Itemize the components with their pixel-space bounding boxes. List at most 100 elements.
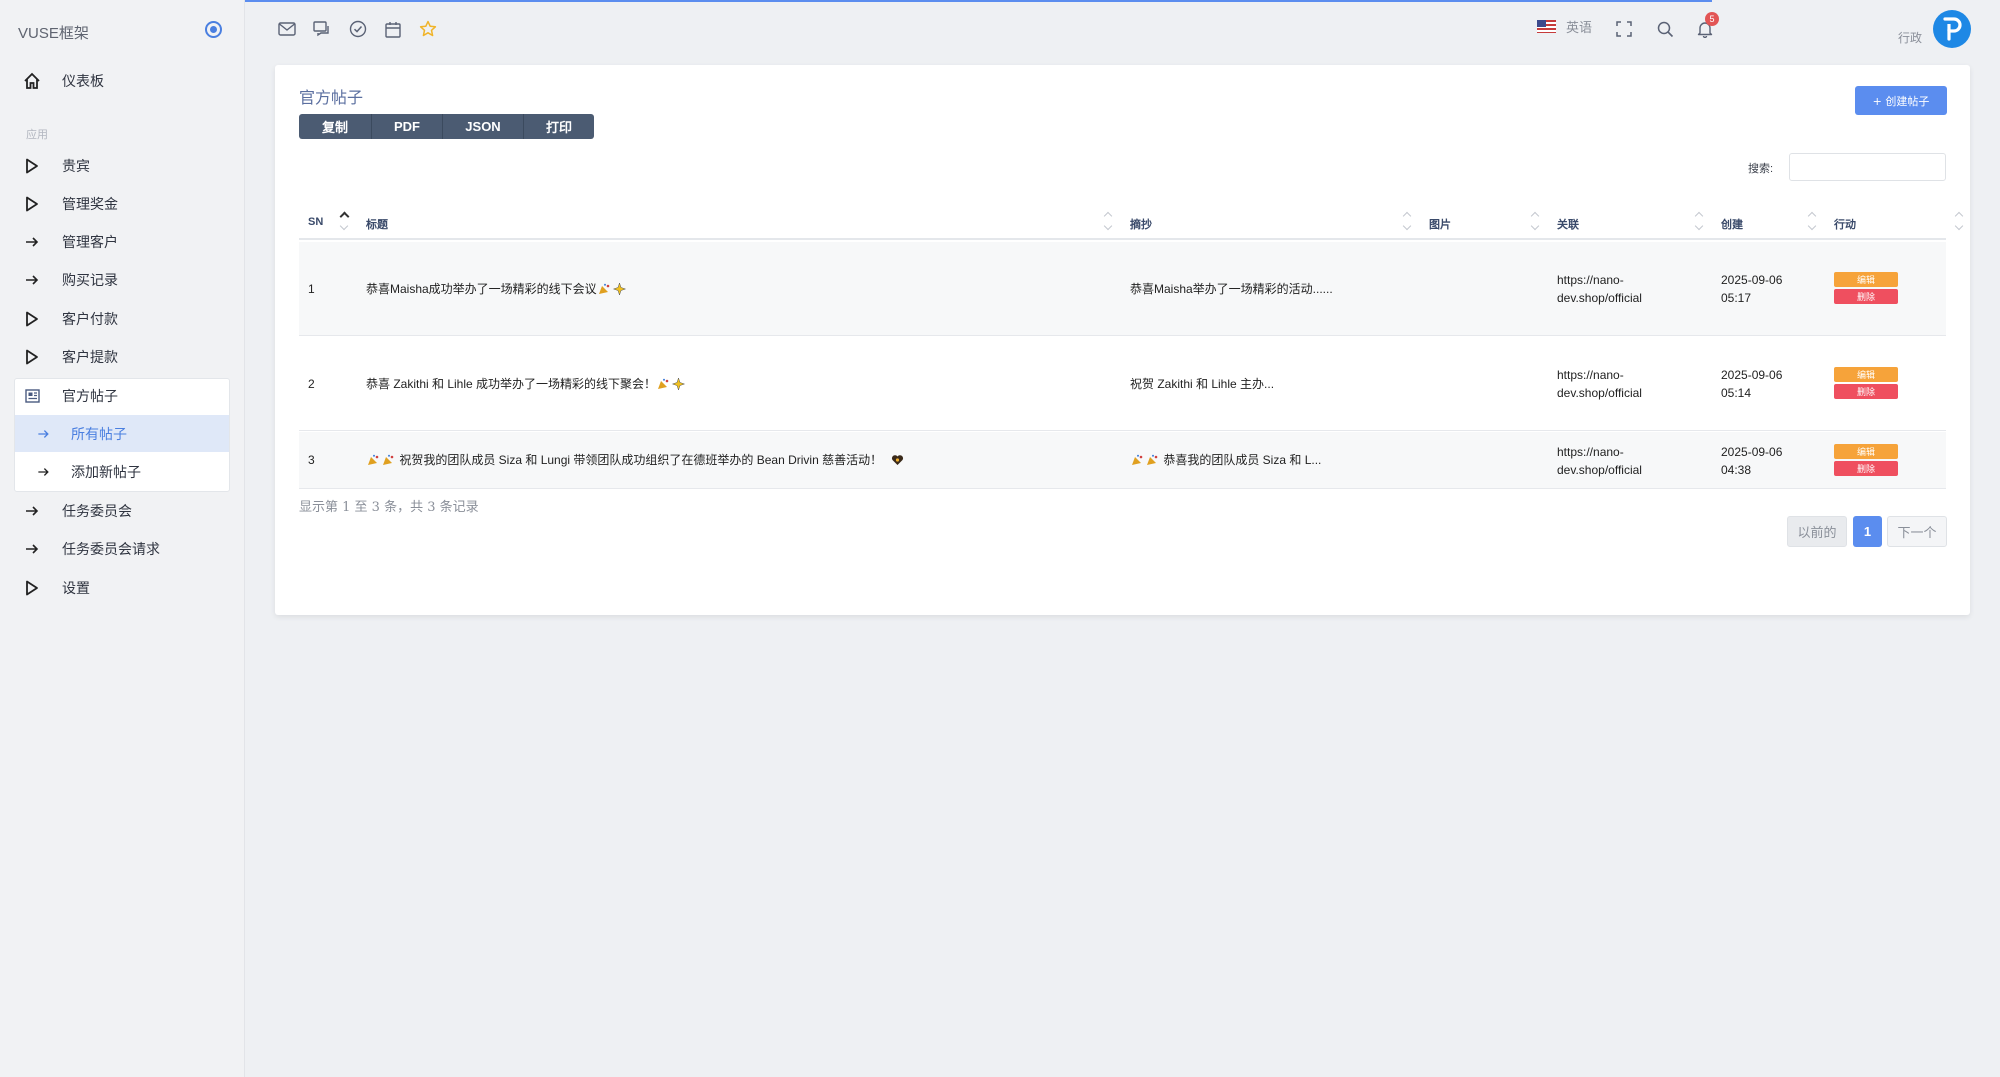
sidebar-subitem-all-posts[interactable]: 所有帖子 <box>15 415 229 452</box>
created-date: 2025-09-06 <box>1721 445 1783 459</box>
cell-link[interactable]: https://nano- dev.shop/official <box>1557 271 1667 307</box>
party-popper-icon <box>1147 454 1158 465</box>
cell-title: 恭喜Maisha成功举办了一场精彩的线下会议 <box>366 280 627 298</box>
create-post-button[interactable]: + 创建帖子 <box>1855 86 1947 115</box>
avatar[interactable] <box>1933 10 1971 48</box>
delete-button[interactable]: 删除 <box>1834 461 1898 476</box>
sidebar-item-manage-bonus[interactable]: 管理奖金 <box>14 185 230 223</box>
created-date: 2025-09-06 <box>1721 368 1783 382</box>
play-triangle-icon <box>14 349 50 365</box>
column-header-created[interactable]: 创建 <box>1721 216 1743 232</box>
sidebar-item-customer-withdrawals[interactable]: 客户提款 <box>14 338 230 376</box>
chat-icon[interactable] <box>312 19 332 39</box>
sidebar-item-label: 贵宾 <box>62 159 90 175</box>
sidebar-item-purchase-records[interactable]: 购买记录 <box>14 261 230 299</box>
table-row: 3 祝贺我的团队成员 Siza 和 Lungi 带领团队成功组织了在德班举办的 … <box>299 432 1946 489</box>
party-popper-icon <box>658 378 669 389</box>
table-info: 显示第 1 至 3 条，共 3 条记录 <box>299 500 479 515</box>
heart-hands-icon <box>892 455 904 465</box>
column-header-title[interactable]: 标题 <box>366 216 388 232</box>
edit-button[interactable]: 编辑 <box>1834 367 1898 382</box>
mail-icon[interactable] <box>277 19 297 39</box>
link-line-2: dev.shop/official <box>1557 291 1642 305</box>
sidebar-item-task-committee[interactable]: 任务委员会 <box>14 492 230 530</box>
cell-excerpt: 祝贺 Zakithi 和 Lihle 主办... <box>1130 377 1275 391</box>
play-triangle-icon <box>14 580 50 596</box>
cell-title: 祝贺我的团队成员 Siza 和 Lungi 带领团队成功组织了在德班举办的 Be… <box>366 451 905 469</box>
cell-excerpt: 恭喜Maisha举办了一场精彩的活动...... <box>1130 282 1333 296</box>
sidebar-item-label: 任务委员会请求 <box>62 542 160 558</box>
column-header-image[interactable]: 图片 <box>1429 216 1451 232</box>
calendar-icon[interactable] <box>383 19 403 39</box>
cell-link[interactable]: https://nano- dev.shop/official <box>1557 366 1667 402</box>
pdf-button[interactable]: PDF <box>372 114 443 139</box>
search-icon[interactable] <box>1655 19 1675 39</box>
print-button[interactable]: 打印 <box>524 114 594 139</box>
sort-icon[interactable] <box>1694 209 1704 233</box>
pagination-prev-button[interactable]: 以前的 <box>1787 516 1847 547</box>
link-line-1: https://nano- <box>1557 445 1624 459</box>
sparkle-icon <box>672 378 686 390</box>
sort-icon[interactable] <box>1402 209 1412 233</box>
sort-icon[interactable] <box>1954 209 1964 233</box>
link-line-1: https://nano- <box>1557 368 1624 382</box>
sidebar-item-dashboard[interactable]: 仪表板 <box>14 62 230 100</box>
sidebar-subitem-add-post[interactable]: 添加新帖子 <box>15 453 229 490</box>
cell-sn: 2 <box>308 377 315 391</box>
arrow-right-icon <box>14 504 50 518</box>
posts-card: 官方帖子 + 创建帖子 复制 PDF JSON 打印 搜索: SN 标题 摘抄 … <box>275 65 1970 615</box>
cell-excerpt: 恭喜我的团队成员 Siza 和 L... <box>1130 451 1321 469</box>
party-popper-icon <box>383 454 394 465</box>
arrow-right-icon <box>14 273 50 287</box>
sidebar: VUSE框架 仪表板 应用 贵宾 管理奖金 管理客户 购买记录 客户付款 客户提… <box>0 0 245 1077</box>
search-input[interactable] <box>1789 153 1946 181</box>
page-title: 官方帖子 <box>299 88 364 107</box>
play-triangle-icon <box>14 311 50 327</box>
title-text: 恭喜 Zakithi 和 Lihle 成功举办了一场精彩的线下聚会！ <box>366 377 657 391</box>
column-header-action[interactable]: 行动 <box>1834 216 1856 232</box>
column-header-excerpt[interactable]: 摘抄 <box>1130 216 1152 232</box>
cell-title: 恭喜 Zakithi 和 Lihle 成功举办了一场精彩的线下聚会！ <box>366 375 686 393</box>
sort-icon[interactable] <box>1807 209 1817 233</box>
sidebar-item-vip[interactable]: 贵宾 <box>14 147 230 185</box>
pagination-next-button[interactable]: 下一个 <box>1887 516 1947 547</box>
sort-icon[interactable] <box>339 209 349 233</box>
created-date: 2025-09-06 <box>1721 273 1783 287</box>
cell-link[interactable]: https://nano- dev.shop/official <box>1557 443 1667 479</box>
check-circle-icon[interactable] <box>348 19 368 39</box>
play-triangle-icon <box>14 158 50 174</box>
created-time: 05:17 <box>1721 291 1752 305</box>
column-header-link[interactable]: 关联 <box>1557 216 1579 232</box>
party-popper-icon <box>368 454 379 465</box>
column-header-sn[interactable]: SN <box>308 216 323 228</box>
arrow-right-icon <box>15 428 71 440</box>
arrow-right-icon <box>14 235 50 249</box>
link-line-2: dev.shop/official <box>1557 463 1642 477</box>
sidebar-item-label: 购买记录 <box>62 273 118 289</box>
language-label: 英语 <box>1566 20 1593 35</box>
copy-button[interactable]: 复制 <box>299 114 372 139</box>
fullscreen-icon[interactable] <box>1614 19 1634 39</box>
language-selector[interactable]: 英语 <box>1537 17 1592 36</box>
sort-icon[interactable] <box>1103 209 1113 233</box>
delete-button[interactable]: 删除 <box>1834 289 1898 304</box>
sidebar-item-task-committee-requests[interactable]: 任务委员会请求 <box>14 530 230 568</box>
sidebar-item-label: 客户付款 <box>62 312 118 328</box>
play-triangle-icon <box>14 196 50 212</box>
json-button[interactable]: JSON <box>443 114 524 139</box>
sidebar-item-official-posts[interactable]: 官方帖子 <box>14 377 230 415</box>
sidebar-item-label: 任务委员会 <box>62 504 132 520</box>
edit-button[interactable]: 编辑 <box>1834 444 1898 459</box>
sidebar-item-label: 管理奖金 <box>62 197 118 213</box>
pagination-page-1[interactable]: 1 <box>1853 516 1882 547</box>
sidebar-item-settings[interactable]: 设置 <box>14 569 230 607</box>
sidebar-item-customer-payments[interactable]: 客户付款 <box>14 300 230 338</box>
star-icon[interactable] <box>418 19 438 39</box>
sort-icon[interactable] <box>1530 209 1540 233</box>
edit-button[interactable]: 编辑 <box>1834 272 1898 287</box>
brand-name: VUSE框架 <box>18 25 89 42</box>
sidebar-item-manage-customers[interactable]: 管理客户 <box>14 223 230 261</box>
home-icon <box>14 72 50 90</box>
sidebar-toggle-icon[interactable] <box>205 21 222 38</box>
delete-button[interactable]: 删除 <box>1834 384 1898 399</box>
